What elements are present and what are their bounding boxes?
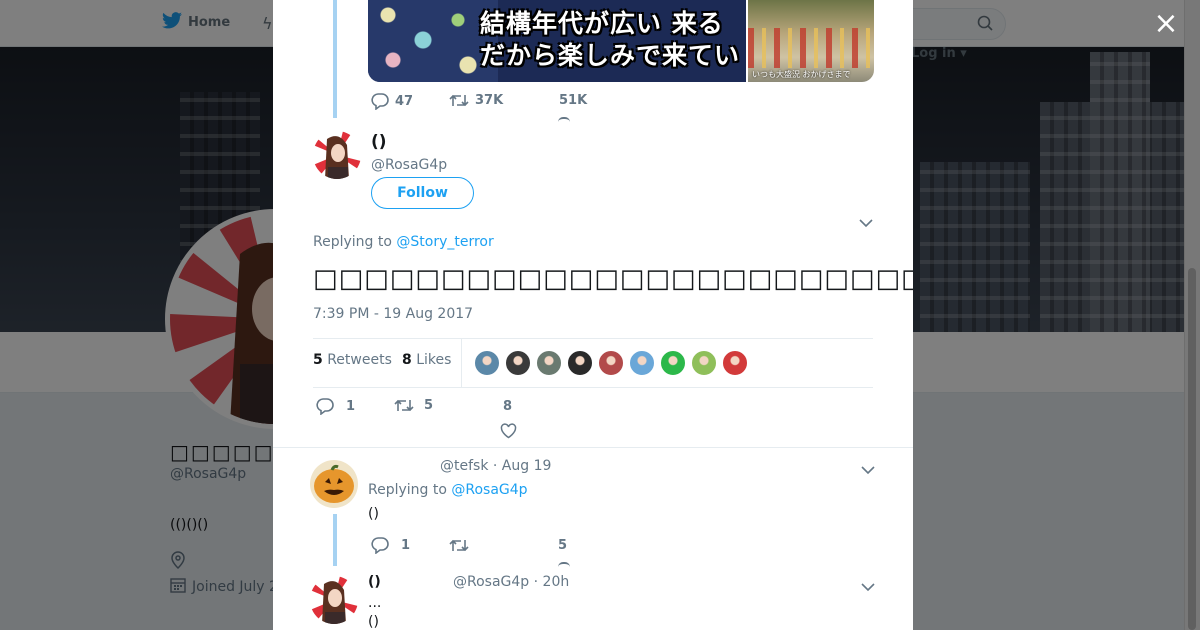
reply-icon [316, 398, 334, 415]
liker-avatar[interactable] [660, 350, 686, 376]
media-caption-2: だから楽しみで来てい [480, 41, 741, 70]
replying-to: Replying to @Story_terror [313, 234, 494, 250]
reply-count: 47 [395, 94, 414, 109]
retweet-action[interactable]: 37K [449, 93, 503, 108]
replying-to-link[interactable]: @Story_terror [396, 234, 493, 250]
liker-avatar[interactable] [567, 350, 593, 376]
reply2-avatar[interactable] [310, 576, 358, 624]
reply1-reply-count: 1 [401, 538, 411, 553]
liker-avatar[interactable] [474, 350, 500, 376]
chevron-down-icon[interactable] [860, 578, 876, 592]
reply-icon [371, 537, 389, 554]
reply-icon [371, 93, 389, 110]
like-action[interactable]: 51K [559, 93, 587, 108]
media-side-caption: いつも大盛況 おかげさまで [752, 70, 851, 79]
heart-icon [558, 117, 570, 122]
reply1-reply-action[interactable]: 1 [371, 537, 410, 554]
main-retweet-action[interactable]: 5 [394, 398, 433, 413]
retweet-icon [394, 398, 414, 413]
previous-tweet-media[interactable]: 結構年代が広い 来る だから楽しみで来てい いつも大盛況 おかげさまで [368, 0, 874, 82]
reply-action[interactable]: 47 [371, 93, 413, 110]
reply-text: () [368, 506, 379, 522]
main-tweet-name[interactable]: () [371, 132, 387, 152]
heart-icon [558, 562, 570, 567]
likes-stat[interactable]: 8 Likes [402, 352, 451, 368]
retweet-icon [449, 93, 469, 108]
media-photo-1[interactable]: 結構年代が広い 来る だから楽しみで来てい [368, 0, 746, 82]
chevron-down-icon[interactable] [860, 461, 876, 475]
media-photo-2[interactable]: いつも大盛況 おかげさまで [748, 0, 874, 82]
reply-replying-to: Replying to @RosaG4p [368, 482, 528, 498]
main-reply-action[interactable]: 1 [316, 398, 355, 415]
retweet-count: 37K [475, 93, 504, 108]
main-like-count: 8 [503, 399, 513, 414]
media-caption-1: 結構年代が広い 来る [480, 9, 724, 38]
tweet-stats: 5 Retweets 8 Likes [313, 338, 873, 388]
thread-line [333, 514, 337, 566]
main-tweet-handle[interactable]: @RosaG4p [371, 157, 447, 173]
reply1-retweet-action[interactable] [449, 538, 475, 553]
retweet-icon [449, 538, 469, 553]
main-retweet-count: 5 [424, 398, 434, 413]
main-tweet-avatar[interactable] [313, 131, 361, 179]
liker-avatar[interactable] [536, 350, 562, 376]
main-like-action[interactable]: 8 [503, 399, 512, 414]
reply2-text-line1: ... [368, 595, 382, 611]
liker-avatars[interactable] [474, 350, 748, 376]
liker-avatar[interactable] [505, 350, 531, 376]
heart-icon[interactable] [500, 423, 517, 443]
tweet-modal: 結構年代が広い 来る だから楽しみで来てい いつも大盛況 おかげさまで 47 3… [273, 0, 913, 630]
main-tweet-timestamp[interactable]: 7:39 PM - 19 Aug 2017 [313, 306, 473, 322]
like-count: 51K [559, 93, 588, 108]
reply1-like-action[interactable]: 5 [558, 538, 567, 553]
liker-avatar[interactable] [598, 350, 624, 376]
reply-replying-to-link[interactable]: @RosaG4p [451, 482, 527, 498]
divider [273, 447, 913, 448]
thread-line [333, 0, 337, 118]
main-tweet-text: □□□□□□□□□□□□□□□□□□□□□□□□□□□□□□□□□□□□□□□□… [313, 264, 913, 294]
liker-avatar[interactable] [691, 350, 717, 376]
follow-button[interactable]: Follow [371, 177, 474, 209]
chevron-down-icon[interactable] [858, 214, 874, 228]
reply-avatar[interactable] [310, 460, 358, 508]
retweets-stat[interactable]: 5 Retweets [313, 352, 392, 368]
liker-avatar[interactable] [629, 350, 655, 376]
reply-meta[interactable]: @tefsk · Aug 19 [440, 458, 551, 474]
main-reply-count: 1 [346, 399, 356, 414]
reply1-like-count: 5 [558, 538, 568, 553]
reply2-text-line2: () [368, 614, 379, 630]
reply2-name[interactable]: () [368, 574, 381, 590]
close-icon[interactable]: × [1152, 9, 1180, 39]
liker-avatar[interactable] [722, 350, 748, 376]
reply2-meta[interactable]: @RosaG4p · 20h [453, 574, 569, 590]
